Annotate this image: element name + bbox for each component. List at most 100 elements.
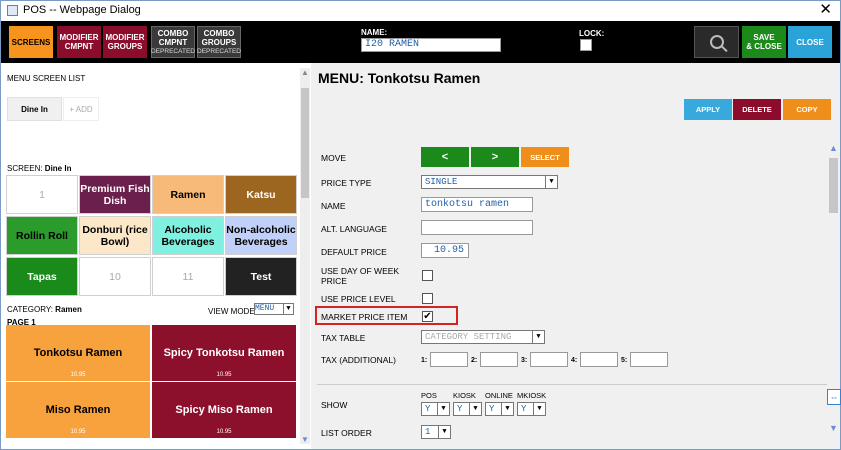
category-cell[interactable]: Tapas	[6, 257, 78, 296]
market-price-checkbox[interactable]: ✔	[422, 311, 433, 322]
default-price-input[interactable]: 10.95	[421, 243, 469, 258]
show-option-select[interactable]: Y ▼	[485, 402, 514, 416]
category-name: Ramen	[55, 305, 82, 314]
item-name-input[interactable]: tonkotsu ramen	[421, 197, 533, 212]
combo-cmpnt-deprecated: DEPRECATED	[151, 47, 195, 55]
menu-title: MENU: Tonkotsu Ramen	[318, 70, 481, 86]
tax-table-select[interactable]: CATEGORY SETTING ▼	[421, 330, 545, 344]
view-mode-select[interactable]: MENU ▼	[254, 303, 294, 315]
scroll-down-icon[interactable]: ▼	[300, 435, 310, 444]
divider	[317, 384, 827, 385]
show-option-label: POS	[421, 391, 437, 400]
tab-dine-in[interactable]: Dine In	[7, 97, 62, 121]
view-mode-value: MENU	[255, 304, 275, 313]
screen-prefix: SCREEN:	[7, 164, 45, 173]
modifier-cmpnt-button[interactable]: MODIFIER CMPNT	[57, 26, 101, 58]
tax-field-label: 5:	[621, 357, 628, 364]
category-cell[interactable]: Test	[225, 257, 297, 296]
tax-field-input[interactable]	[430, 352, 468, 367]
search-button[interactable]	[694, 26, 739, 58]
tax-field-input[interactable]	[530, 352, 568, 367]
menu-item-name: Spicy Tonkotsu Ramen	[163, 347, 285, 359]
market-price-label: MARKET PRICE ITEM	[321, 312, 408, 322]
category-label: CATEGORY: Ramen	[7, 305, 82, 314]
move-left-button[interactable]: <	[421, 147, 469, 167]
tax-table-value: CATEGORY SETTING	[425, 332, 512, 342]
select-button[interactable]: SELECT	[521, 147, 569, 167]
sidebar-toggle-icon[interactable]: ⇔	[827, 389, 841, 405]
category-cell[interactable]: 10	[79, 257, 151, 296]
category-cell[interactable]: Ramen	[152, 175, 224, 214]
category-cell[interactable]: 1	[6, 175, 78, 214]
tax-field-input[interactable]	[580, 352, 618, 367]
chevron-down-icon: ▼	[283, 304, 293, 314]
scroll-up-icon[interactable]: ▲	[300, 68, 310, 77]
window-close-icon[interactable]: ✕	[819, 1, 832, 19]
combo-cmpnt-label-1: COMBO	[157, 28, 189, 38]
screens-button[interactable]: SCREENS	[9, 26, 53, 58]
chevron-down-icon: ▼	[532, 331, 544, 343]
lock-checkbox[interactable]	[580, 39, 592, 51]
delete-button[interactable]: DELETE	[733, 99, 781, 120]
save-close-button[interactable]: SAVE & CLOSE	[742, 26, 786, 58]
tax-field-label: 3:	[521, 357, 528, 364]
scroll-thumb[interactable]	[829, 158, 838, 213]
category-cell[interactable]: Non-alcoholic Beverages	[225, 216, 297, 255]
combo-cmpnt-button[interactable]: COMBO CMPNT DEPRECATED	[151, 26, 195, 58]
menu-item-tile[interactable]: Miso Ramen 10.95	[6, 382, 150, 438]
use-dow-price-checkbox[interactable]	[422, 270, 433, 281]
price-type-select[interactable]: SINGLE ▼	[421, 175, 558, 189]
category-cell[interactable]: Donburi (rice Bowl)	[79, 216, 151, 255]
scroll-thumb[interactable]	[301, 88, 309, 198]
show-option-select[interactable]: Y ▼	[517, 402, 546, 416]
modifier-groups-label-2: GROUPS	[107, 42, 143, 51]
search-icon	[709, 35, 724, 49]
copy-button[interactable]: COPY	[783, 99, 831, 120]
modifier-cmpnt-label-1: MODIFIER	[59, 33, 99, 42]
show-option-label: ONLINE	[485, 391, 513, 400]
combo-groups-label-2: GROUPS	[201, 37, 237, 47]
modifier-groups-button[interactable]: MODIFIER GROUPS	[103, 26, 147, 58]
menu-item-tile[interactable]: Spicy Tonkotsu Ramen 10.95	[152, 325, 296, 381]
apply-button[interactable]: APPLY	[684, 99, 732, 120]
chevron-down-icon: ▼	[438, 426, 450, 438]
scroll-down-icon[interactable]: ▼	[828, 423, 839, 433]
name-input[interactable]: I20 RAMEN	[361, 38, 501, 52]
left-scrollbar[interactable]: ▲ ▼	[300, 68, 310, 444]
use-dow-line-1: USE DAY OF WEEK	[321, 266, 400, 276]
show-label: SHOW	[321, 400, 348, 410]
modifier-cmpnt-label-2: CMPNT	[64, 42, 94, 51]
category-cell[interactable]: Alcoholic Beverages	[152, 216, 224, 255]
category-cell[interactable]: Katsu	[225, 175, 297, 214]
screens-label: SCREENS	[11, 37, 51, 47]
show-option-value: Y	[425, 404, 431, 414]
close-button[interactable]: CLOSE	[788, 26, 832, 58]
use-dow-line-2: PRICE	[321, 276, 347, 286]
category-cell[interactable]: Premium Fish Dish	[79, 175, 151, 214]
tax-field-label: 2:	[471, 357, 478, 364]
tax-field-input[interactable]	[480, 352, 518, 367]
menu-item-tile[interactable]: Tonkotsu Ramen 10.95	[6, 325, 150, 381]
use-price-level-checkbox[interactable]	[422, 293, 433, 304]
chevron-down-icon: ▼	[437, 403, 449, 415]
list-order-select[interactable]: 1 ▼	[421, 425, 451, 439]
combo-groups-button[interactable]: COMBO GROUPS DEPRECATED	[197, 26, 241, 58]
name-label: NAME:	[361, 28, 388, 37]
alt-language-input[interactable]	[421, 220, 533, 235]
price-type-value: SINGLE	[425, 177, 458, 187]
save-close-label-1: SAVE	[753, 33, 775, 42]
add-screen-button[interactable]: + ADD	[63, 97, 99, 121]
show-option-select[interactable]: Y ▼	[453, 402, 482, 416]
use-dow-price-label: USE DAY OF WEEK PRICE	[321, 266, 399, 286]
category-cell[interactable]: Rollin Roll	[6, 216, 78, 255]
menu-item-name: Spicy Miso Ramen	[175, 404, 273, 416]
scroll-up-icon[interactable]: ▲	[828, 143, 839, 153]
lock-label: LOCK:	[579, 29, 605, 38]
show-option-select[interactable]: Y ▼	[421, 402, 450, 416]
default-price-label: DEFAULT PRICE	[321, 247, 387, 257]
show-option-label: MKIOSK	[517, 391, 547, 400]
menu-item-tile[interactable]: Spicy Miso Ramen 10.95	[152, 382, 296, 438]
tax-field-input[interactable]	[630, 352, 668, 367]
move-right-button[interactable]: >	[471, 147, 519, 167]
category-cell[interactable]: 11	[152, 257, 224, 296]
